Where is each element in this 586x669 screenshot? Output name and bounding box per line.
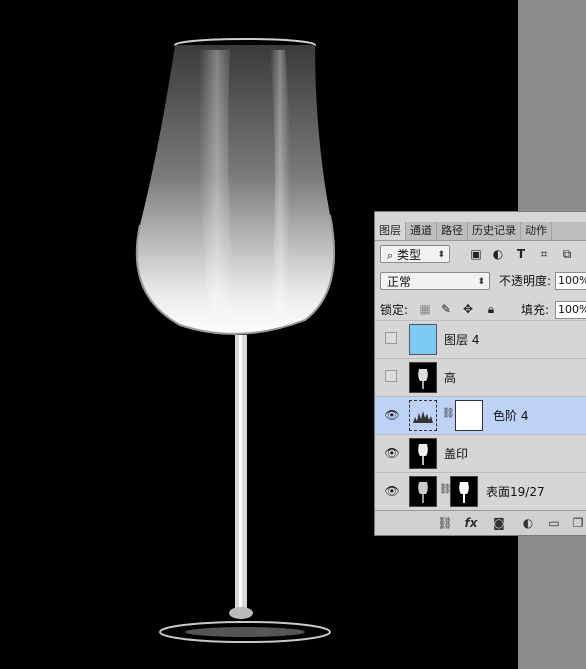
fx-icon[interactable]: fx (463, 515, 479, 531)
layer-row-surface[interactable]: 👁︎ ⛓︎ 表面19/27 (375, 472, 586, 510)
link-icon[interactable]: ⛓︎ (442, 408, 455, 419)
filter-kind-dropdown[interactable]: ⌕ 类型 ⬍ (380, 245, 450, 263)
new-layer-icon[interactable]: ❐ (570, 515, 586, 531)
eye-icon[interactable]: 👁︎ (383, 482, 401, 500)
layer-name: 高 (444, 371, 457, 385)
smart-object-filter-icon[interactable]: ⧉ (559, 246, 575, 262)
glass-mask-icon (459, 482, 469, 503)
mask-icon[interactable]: ◙ (491, 515, 507, 531)
opacity-input[interactable]: 100% (555, 272, 586, 290)
blend-mode-value: 正常 (387, 275, 412, 289)
shape-filter-icon[interactable]: ⌗ (536, 246, 552, 262)
layer-row-layer4[interactable]: 图层 4 (375, 320, 586, 358)
tab-channels[interactable]: 通道 (406, 222, 437, 240)
eye-icon[interactable]: 👁︎ (383, 406, 401, 424)
glass-thumbnail-icon (418, 444, 428, 465)
adjustment-icon[interactable]: ◐ (520, 515, 536, 531)
layers-panel: 图层 通道 路径 历史记录 动作 ⌕ 类型 ⬍ ▣ ◐ T ⌗ ⧉ 正常 ⬍ 不… (374, 211, 586, 536)
lock-label: 锁定: (380, 303, 409, 317)
layer-name: 图层 4 (444, 333, 480, 347)
layer-row-stamp[interactable]: 👁︎ 盖印 (375, 434, 586, 472)
folder-icon[interactable]: ▭ (546, 515, 562, 531)
blend-row: 正常 ⬍ 不透明度: 100% (375, 270, 586, 294)
wine-glass-image (135, 38, 336, 643)
adjustment-filter-icon[interactable]: ◐ (490, 246, 506, 262)
opacity-label: 不透明度: (499, 274, 552, 288)
layer-name: 色阶 4 (493, 409, 529, 423)
glass-thumbnail-icon (418, 482, 428, 503)
panel-tabs: 图层 通道 路径 历史记录 动作 (375, 222, 586, 241)
lock-transparent-icon[interactable]: ▦ (417, 301, 433, 317)
lock-paint-icon[interactable]: ✎ (438, 301, 454, 317)
fill-input[interactable]: 100% (555, 301, 586, 319)
updown-icon: ⬍ (477, 277, 485, 287)
type-filter-icon[interactable]: T (513, 246, 529, 262)
layer-name: 盖印 (444, 447, 469, 461)
glass-thumbnail-icon (418, 369, 428, 389)
levels-adjustment-icon (413, 411, 433, 423)
link-icon[interactable]: ⛓︎ (437, 515, 453, 531)
layer-thumbnail (409, 324, 437, 355)
tab-paths[interactable]: 路径 (437, 222, 468, 240)
fill-label: 填充: (521, 303, 550, 317)
layer-row-levels4[interactable]: 👁︎ ⛓︎ 色阶 4 (375, 396, 586, 434)
visibility-toggle[interactable] (385, 370, 397, 382)
tab-layers[interactable]: 图层 (375, 222, 406, 240)
search-icon: ⌕ (387, 249, 394, 262)
layer-mask-thumbnail[interactable] (455, 400, 483, 431)
blend-mode-dropdown[interactable]: 正常 ⬍ (380, 272, 490, 290)
layer-thumbnail (409, 362, 437, 393)
lock-row: 锁定: ▦ ✎ ✥ 🔒︎ 填充: 100% (375, 298, 586, 322)
updown-icon: ⬍ (437, 250, 445, 260)
filter-kind-label: 类型 (397, 248, 422, 262)
eye-icon[interactable]: 👁︎ (383, 444, 401, 462)
visibility-toggle[interactable] (385, 332, 397, 344)
layer-thumbnail (409, 400, 437, 431)
layer-thumbnail (409, 476, 437, 507)
layer-name: 表面19/27 (486, 485, 545, 499)
tab-history[interactable]: 历史记录 (468, 222, 521, 240)
image-filter-icon[interactable]: ▣ (468, 246, 484, 262)
layer-thumbnail (409, 438, 437, 469)
filter-row: ⌕ 类型 ⬍ ▣ ◐ T ⌗ ⧉ (375, 243, 586, 267)
tab-actions[interactable]: 动作 (521, 222, 552, 240)
panel-footer: ⛓︎ fx ◙ ◐ ▭ ❐ (375, 510, 586, 535)
lock-move-icon[interactable]: ✥ (460, 301, 476, 317)
lock-all-icon[interactable]: 🔒︎ (483, 301, 499, 317)
layer-mask-thumbnail[interactable] (450, 476, 478, 507)
layer-row-gao[interactable]: 高 (375, 358, 586, 396)
